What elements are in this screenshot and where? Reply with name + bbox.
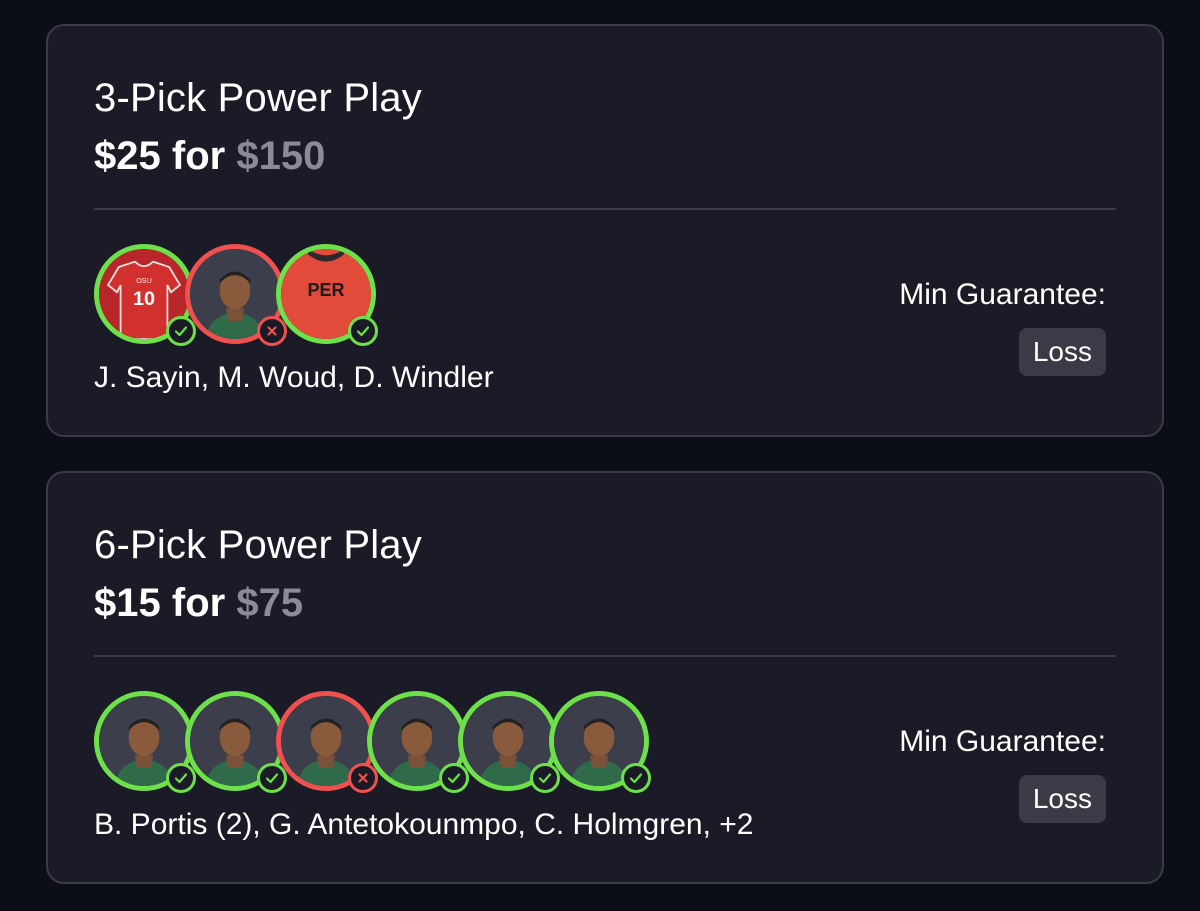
check-icon — [629, 773, 643, 784]
entry-amount: $15 — [94, 581, 161, 625]
check-icon — [174, 773, 188, 784]
check-icon — [356, 326, 370, 337]
entry-card[interactable]: 6-Pick Power Play $15 for $75 B. Portis … — [46, 471, 1164, 884]
result-badge: Loss — [1018, 328, 1106, 376]
players-summary: J. Sayin, M. Woud, D. Windler — [94, 361, 494, 394]
players-summary: B. Portis (2), G. Antetokounmpo, C. Holm… — [94, 808, 754, 841]
pick-avatar[interactable] — [549, 691, 651, 793]
entry-price: $15 for $75 — [94, 581, 303, 626]
entry-card[interactable]: 3-Pick Power Play $25 for $150 OSU 10 PE… — [46, 24, 1164, 437]
entry-price: $25 for $150 — [94, 134, 325, 179]
pick-avatar[interactable] — [94, 691, 196, 793]
price-connector: for — [171, 134, 226, 178]
check-icon — [538, 773, 552, 784]
miss-badge — [348, 763, 378, 793]
x-icon — [358, 773, 368, 783]
pick-avatar[interactable] — [185, 244, 287, 346]
pick-avatar[interactable] — [367, 691, 469, 793]
divider — [94, 208, 1116, 210]
min-guarantee-label: Min Guarantee: — [899, 278, 1106, 311]
entry-title: 6-Pick Power Play — [94, 523, 422, 567]
result-badge: Loss — [1018, 775, 1106, 823]
hit-badge — [257, 763, 287, 793]
svg-text:OSU: OSU — [136, 276, 152, 285]
hit-badge — [166, 316, 196, 346]
x-icon — [267, 326, 277, 336]
entry-title: 3-Pick Power Play — [94, 76, 422, 120]
pick-avatar[interactable]: PER — [276, 244, 378, 346]
hit-badge — [621, 763, 651, 793]
payout-amount: $150 — [236, 134, 326, 178]
check-icon — [265, 773, 279, 784]
divider — [94, 655, 1116, 657]
miss-badge — [257, 316, 287, 346]
pick-avatars: OSU 10 PER — [94, 244, 794, 346]
pick-avatar[interactable]: OSU 10 — [94, 244, 196, 346]
price-connector: for — [171, 581, 226, 625]
entry-amount: $25 — [94, 134, 161, 178]
pick-avatar[interactable] — [185, 691, 287, 793]
svg-text:10: 10 — [133, 288, 155, 310]
pick-avatar[interactable] — [276, 691, 378, 793]
hit-badge — [166, 763, 196, 793]
check-icon — [174, 326, 188, 337]
hit-badge — [530, 763, 560, 793]
payout-amount: $75 — [236, 581, 304, 625]
min-guarantee-label: Min Guarantee: — [899, 725, 1106, 758]
svg-text:PER: PER — [307, 280, 344, 300]
check-icon — [447, 773, 461, 784]
hit-badge — [348, 316, 378, 346]
pick-avatars — [94, 691, 794, 793]
pick-avatar[interactable] — [458, 691, 560, 793]
hit-badge — [439, 763, 469, 793]
